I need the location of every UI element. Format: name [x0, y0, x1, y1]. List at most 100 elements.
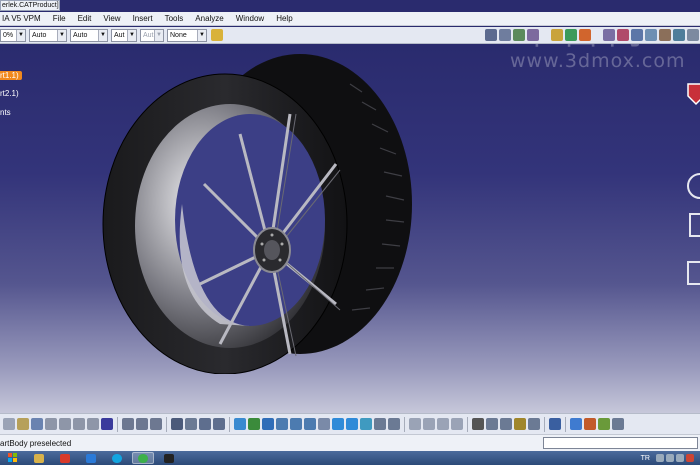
tool-icon[interactable]	[659, 29, 671, 41]
pdf-icon	[60, 453, 70, 463]
tray-icon[interactable]	[656, 454, 664, 462]
copy-icon[interactable]	[59, 418, 71, 430]
pan-icon[interactable]	[262, 418, 274, 430]
tool-icon[interactable]	[499, 29, 511, 41]
tool-icon[interactable]	[513, 29, 525, 41]
format-painter-icon[interactable]	[211, 29, 223, 41]
multi-view-icon[interactable]	[332, 418, 344, 430]
analysis-icon[interactable]	[213, 418, 225, 430]
power-input-field[interactable]	[543, 437, 698, 449]
new-icon[interactable]	[3, 418, 15, 430]
menu-help[interactable]: Help	[270, 14, 298, 23]
table-icon[interactable]	[171, 418, 183, 430]
iso-view-icon[interactable]	[346, 418, 358, 430]
separator	[404, 416, 405, 432]
tool-icon[interactable]	[528, 418, 540, 430]
volume-icon[interactable]	[676, 454, 684, 462]
swap-space-icon[interactable]	[388, 418, 400, 430]
line-type-value: Auto	[73, 31, 88, 39]
hide-show-icon[interactable]	[374, 418, 386, 430]
assembly-icon[interactable]	[565, 29, 577, 41]
link-icon[interactable]	[150, 418, 162, 430]
menu-view[interactable]: View	[97, 14, 126, 23]
shading-icon[interactable]	[360, 418, 372, 430]
menu-window[interactable]: Window	[230, 14, 270, 23]
tool-icon[interactable]	[617, 29, 629, 41]
taskbar-app[interactable]	[106, 452, 128, 464]
undo-icon[interactable]	[73, 418, 85, 430]
tool-icon[interactable]	[570, 418, 582, 430]
tool-icon[interactable]	[527, 29, 539, 41]
tree-node-part1[interactable]: rt1.1)	[0, 71, 22, 80]
language-indicator[interactable]: TR	[641, 455, 650, 462]
fit-all-icon[interactable]	[248, 418, 260, 430]
tool-icon[interactable]	[603, 29, 615, 41]
comment-icon[interactable]	[136, 418, 148, 430]
separator	[117, 416, 118, 432]
tree-node-part2[interactable]: rt2.1)	[0, 89, 19, 98]
tool-icon[interactable]	[645, 29, 657, 41]
side-toolbar-icon[interactable]	[686, 164, 700, 294]
start-button[interactable]	[2, 452, 24, 464]
formula-icon[interactable]	[122, 418, 134, 430]
zoom-out-icon[interactable]	[304, 418, 316, 430]
assembly-icon[interactable]	[579, 29, 591, 41]
measure-icon[interactable]	[199, 418, 211, 430]
compass-icon[interactable]	[684, 80, 700, 106]
menu-edit[interactable]: Edit	[72, 14, 98, 23]
rotate-icon[interactable]	[276, 418, 288, 430]
tool-icon[interactable]	[451, 418, 463, 430]
assembly-icon[interactable]	[551, 29, 563, 41]
taskbar-app[interactable]	[54, 452, 76, 464]
redo-icon[interactable]	[87, 418, 99, 430]
tool-icon[interactable]	[423, 418, 435, 430]
transparency-combo[interactable]: 0% ▼	[0, 28, 26, 42]
menu-analyze[interactable]: Analyze	[189, 14, 229, 23]
tree-node-constraints[interactable]: nts	[0, 108, 11, 117]
separator	[544, 416, 545, 432]
zoom-in-icon[interactable]	[290, 418, 302, 430]
tool-icon[interactable]	[500, 418, 512, 430]
taskbar-app[interactable]	[28, 452, 50, 464]
cut-icon[interactable]	[45, 418, 57, 430]
menu-file[interactable]: File	[47, 14, 72, 23]
line-type-combo[interactable]: Auto ▼	[70, 28, 108, 42]
taskbar-app[interactable]	[158, 452, 180, 464]
tool-icon[interactable]	[612, 418, 624, 430]
save-icon[interactable]	[31, 418, 43, 430]
menu-tools[interactable]: Tools	[159, 14, 190, 23]
status-bar: artBody preselected	[0, 434, 700, 451]
point-symbol-combo[interactable]: Aut ▼	[111, 28, 137, 42]
tool-icon[interactable]	[598, 418, 610, 430]
tool-icon[interactable]	[409, 418, 421, 430]
tool-icon[interactable]	[486, 418, 498, 430]
spiral-icon[interactable]	[549, 418, 561, 430]
network-icon[interactable]	[666, 454, 674, 462]
tool-icon[interactable]	[437, 418, 449, 430]
tool-icon[interactable]	[673, 29, 685, 41]
menu-insert[interactable]: Insert	[127, 14, 159, 23]
fly-mode-icon[interactable]	[234, 418, 246, 430]
taskbar-app-active[interactable]	[132, 452, 154, 464]
separator	[565, 416, 566, 432]
chevron-down-icon: ▼	[197, 29, 206, 41]
open-icon[interactable]	[17, 418, 29, 430]
camera-icon[interactable]	[472, 418, 484, 430]
graphic-properties-toolbar: 0% ▼ Auto ▼ Auto ▼ Aut ▼ Aut ▼ None ▼	[0, 27, 700, 44]
catia-icon	[164, 453, 174, 463]
line-thickness-combo[interactable]: Auto ▼	[29, 28, 67, 42]
wheel-3d-model[interactable]	[100, 54, 420, 374]
catalog-icon[interactable]	[185, 418, 197, 430]
taskbar-app[interactable]	[80, 452, 102, 464]
tool-icon[interactable]	[514, 418, 526, 430]
tool-icon[interactable]	[485, 29, 497, 41]
layer-combo[interactable]: None ▼	[167, 28, 207, 42]
rendering-style-combo[interactable]: Aut ▼	[140, 28, 164, 42]
tool-icon[interactable]	[631, 29, 643, 41]
tray-icon[interactable]	[686, 454, 694, 462]
normal-view-icon[interactable]	[318, 418, 330, 430]
tool-icon[interactable]	[687, 29, 699, 41]
help-icon[interactable]	[101, 418, 113, 430]
tool-icon[interactable]	[584, 418, 596, 430]
3d-viewport[interactable]: rt1.1) rt2.1) nts 草西网 www.3dmox.com	[0, 44, 700, 413]
